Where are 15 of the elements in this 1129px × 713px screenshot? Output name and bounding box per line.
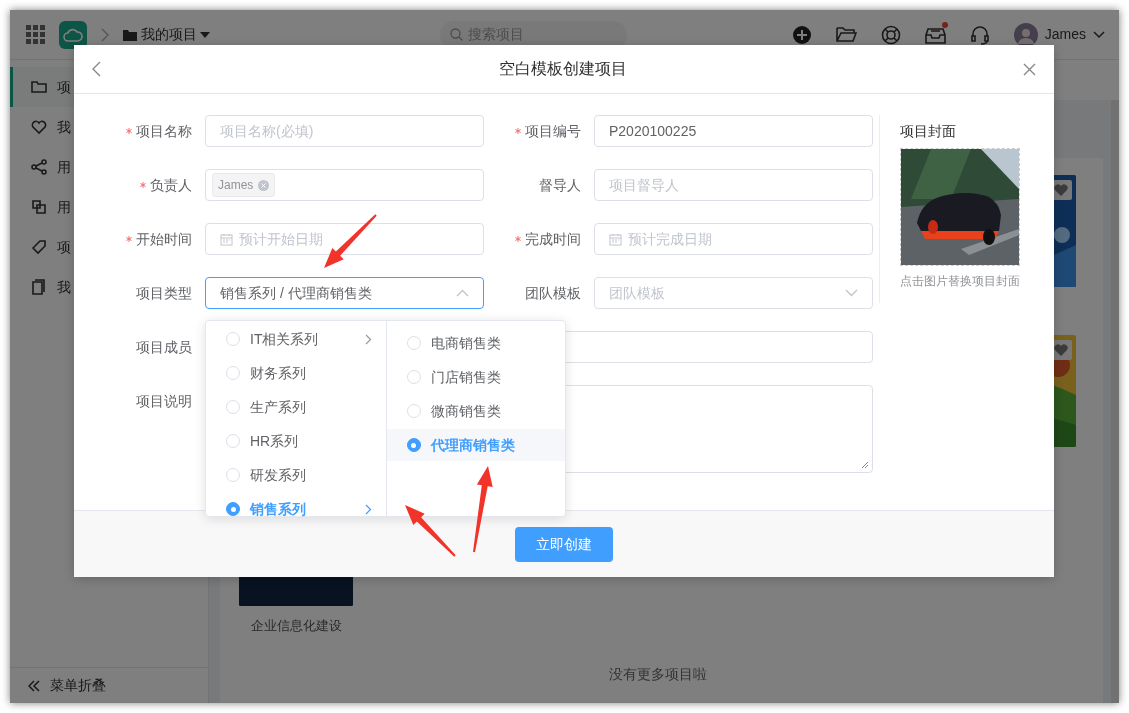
card-title: 企业信息化建设: [249, 617, 343, 635]
field-label: 项目编号: [525, 121, 581, 141]
field-label: 督导人: [539, 175, 581, 195]
field-label: 完成时间: [525, 229, 581, 249]
cover-label: 项目封面: [900, 122, 957, 141]
cover-hint: 点击图片替换项目封面: [900, 273, 1021, 290]
field-label: 团队模板: [525, 283, 581, 303]
field-label: 项目说明: [136, 391, 192, 411]
field-label: 项目类型: [136, 283, 192, 303]
field-label: 项目成员: [136, 337, 192, 357]
dialog-title: 空白模板创建项目: [498, 59, 627, 79]
end-of-list-text: 没有更多项目啦: [607, 664, 708, 684]
field-label: 项目名称: [136, 121, 192, 141]
field-label: 开始时间: [136, 229, 192, 249]
field-label: 负责人: [150, 175, 192, 195]
